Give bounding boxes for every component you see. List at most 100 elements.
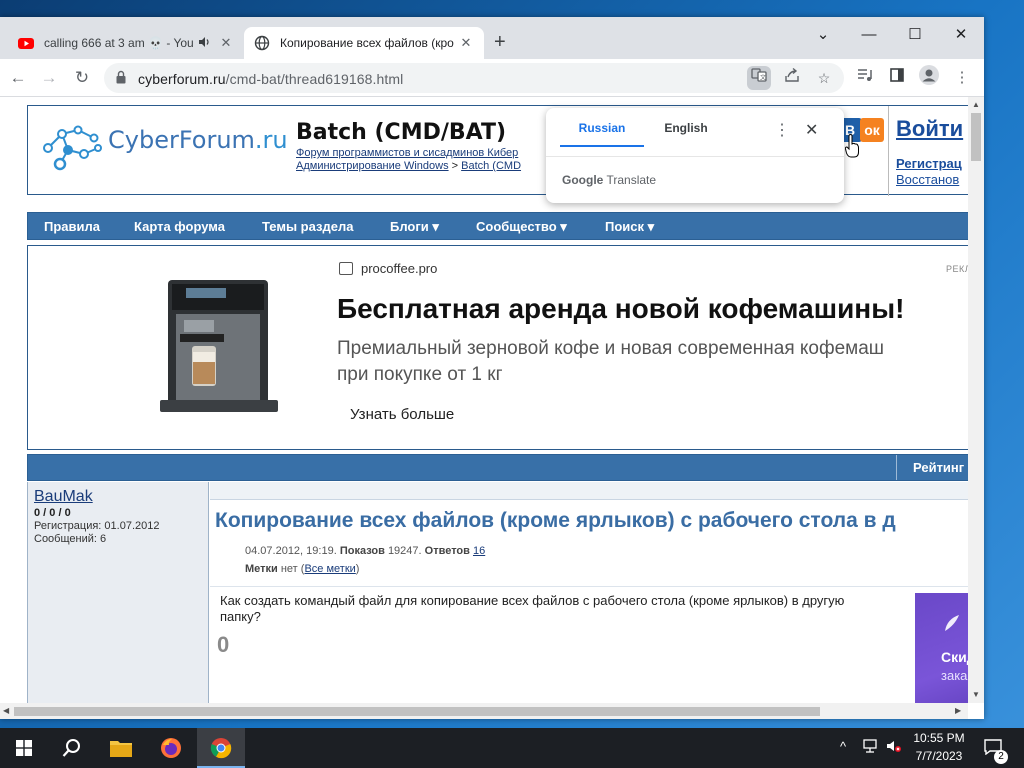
lock-icon[interactable] — [116, 70, 126, 84]
tab-title: calling 666 at 3 am 💀 - You — [44, 36, 194, 50]
thread-tags: Метки нет (Все метки) — [245, 563, 360, 575]
breadcrumb-forum-link[interactable]: Форум программистов и сисадминов Кибер — [296, 147, 518, 159]
section-title: Batch (CMD/BAT) — [296, 120, 507, 145]
translate-close-icon[interactable]: ✕ — [805, 120, 818, 140]
media-control-icon[interactable] — [852, 65, 878, 91]
register-link[interactable]: Регистрац — [896, 156, 962, 171]
back-icon[interactable]: ← — [5, 65, 31, 91]
scroll-down-icon[interactable]: ▼ — [972, 690, 980, 699]
forum-post: BauMak 0 / 0 / 0 Регистрация: 01.07.2012… — [27, 482, 968, 703]
reload-icon[interactable]: ↻ — [69, 65, 95, 91]
views-label: Показов — [339, 545, 385, 557]
breadcrumb-batch-link[interactable]: Batch (CMD — [461, 160, 521, 172]
ad-domain-icon — [339, 262, 353, 275]
chrome-icon — [210, 738, 232, 759]
advertisement-banner[interactable]: procoffee.pro РЕКЛ Бесплатная аренда нов… — [27, 245, 968, 450]
nav-section-topics[interactable]: Темы раздела — [262, 219, 353, 234]
tab-search-button[interactable]: ⌄ — [800, 21, 846, 49]
close-window-button[interactable]: ✕ — [938, 21, 984, 49]
folder-icon — [110, 741, 132, 757]
horizontal-scrollbar[interactable]: ◀ ▶ — [0, 703, 968, 719]
bookmark-star-icon[interactable]: ☆ — [812, 66, 836, 90]
thread-rating-button[interactable]: Рейтинг — [896, 455, 964, 480]
scroll-left-icon[interactable]: ◀ — [3, 706, 9, 715]
translate-icon[interactable]: 文 — [747, 66, 771, 90]
taskbar: ^ 10:55 PM 7/7/2023 2 — [0, 728, 1024, 768]
globe-icon — [254, 35, 270, 51]
replies-count-link[interactable]: 16 — [473, 545, 485, 557]
side-ad-subtext: зака — [941, 668, 968, 683]
volume-muted-icon[interactable] — [886, 739, 902, 756]
taskbar-file-explorer[interactable] — [97, 728, 145, 768]
nav-forum-map[interactable]: Карта форума — [134, 219, 225, 234]
scroll-right-icon[interactable]: ▶ — [955, 706, 961, 715]
author-username[interactable]: BauMak — [34, 488, 93, 506]
translate-tab-english[interactable]: English — [644, 121, 728, 147]
tab-youtube[interactable]: calling 666 at 3 am 💀 - You ✕ — [8, 27, 244, 59]
google-translate-brand: Google Translate — [562, 173, 657, 187]
nav-rules[interactable]: Правила — [44, 219, 100, 234]
post-vote-count[interactable]: 0 — [217, 632, 229, 658]
login-link[interactable]: Войти — [896, 116, 963, 142]
new-tab-button[interactable]: + — [494, 31, 506, 54]
vertical-scroll-thumb[interactable] — [971, 113, 981, 161]
taskbar-chrome[interactable] — [197, 728, 245, 768]
tab-cyberforum[interactable]: Копирование всех файлов (кро ✕ — [244, 27, 484, 59]
clock-time[interactable]: 10:55 PM — [912, 731, 966, 745]
ad-learn-more-button[interactable]: Узнать больше — [350, 406, 454, 423]
close-tab-icon[interactable]: ✕ — [218, 35, 234, 51]
profile-avatar-icon[interactable] — [916, 65, 942, 91]
search-button[interactable] — [48, 728, 96, 768]
maximize-button[interactable]: ☐ — [892, 21, 938, 49]
restore-password-link[interactable]: Восстанов — [896, 172, 959, 187]
coffee-machine-image — [160, 280, 278, 412]
all-tags-link[interactable]: Все метки — [304, 563, 355, 575]
tags-label: Метки — [245, 563, 278, 575]
url-text[interactable]: cyberforum.ru/cmd-bat/thread619168.html — [138, 71, 403, 87]
post-author-panel: BauMak 0 / 0 / 0 Регистрация: 01.07.2012… — [28, 482, 209, 703]
clock-date[interactable]: 7/7/2023 — [912, 749, 966, 763]
ok-login-icon[interactable]: ок — [860, 118, 884, 142]
nav-search[interactable]: Поиск ▾ — [605, 219, 654, 235]
browser-menu-icon[interactable]: ⋮ — [949, 65, 975, 91]
windows-logo-icon — [16, 740, 32, 756]
side-ad-text: Скид — [941, 649, 968, 665]
close-tab-icon[interactable]: ✕ — [458, 35, 474, 51]
minimize-button[interactable]: — — [846, 21, 892, 49]
vertical-scrollbar[interactable]: ▲ ▼ — [968, 97, 984, 703]
thread-title: Копирование всех файлов (кроме ярлыков) … — [215, 509, 896, 532]
side-panel-icon[interactable] — [884, 65, 910, 91]
ad-headline[interactable]: Бесплатная аренда новой кофемашины! — [337, 293, 904, 325]
post-header-strip — [210, 482, 968, 500]
forward-icon[interactable]: → — [36, 65, 62, 91]
nav-blogs[interactable]: Блоги ▾ — [390, 219, 439, 235]
tray-overflow-icon[interactable]: ^ — [840, 739, 846, 754]
taskbar-firefox[interactable] — [146, 728, 194, 768]
address-bar[interactable]: cyberforum.ru/cmd-bat/thread619168.html … — [104, 63, 844, 93]
side-advertisement[interactable]: Скид зака — [915, 593, 968, 703]
desktop-background: calling 666 at 3 am 💀 - You ✕ Копировани… — [0, 0, 1024, 768]
tab-title: Копирование всех файлов (кро — [280, 36, 454, 50]
breadcrumb-windows-link[interactable]: Администрирование Windows — [296, 160, 449, 172]
tab-strip: calling 666 at 3 am 💀 - You ✕ Копировани… — [0, 17, 984, 59]
start-button[interactable] — [0, 728, 48, 768]
ad-label: РЕКЛ — [946, 264, 968, 274]
nav-community[interactable]: Сообщество ▾ — [476, 219, 567, 235]
share-icon[interactable] — [780, 66, 804, 90]
browser-toolbar: ← → ↻ cyberforum.ru/cmd-bat/thread619168… — [0, 59, 984, 97]
author-registration: Регистрация: 01.07.2012 — [34, 520, 160, 532]
ad-domain[interactable]: procoffee.pro — [361, 261, 437, 276]
site-logo-text[interactable]: CyberForum.ru — [108, 126, 288, 154]
translate-options-icon[interactable]: ⋮ — [774, 120, 790, 140]
author-score: 0 / 0 / 0 — [34, 507, 71, 519]
forum-nav-bar: Правила Карта форума Темы раздела Блоги … — [27, 212, 968, 240]
scroll-up-icon[interactable]: ▲ — [972, 100, 980, 109]
divider — [546, 156, 844, 157]
network-icon[interactable] — [862, 739, 878, 756]
translate-tab-russian[interactable]: Russian — [560, 121, 644, 147]
svg-text:文: 文 — [760, 74, 766, 82]
speaker-icon[interactable] — [198, 36, 212, 51]
ad-body: Премиальный зерновой кофе и новая соврем… — [337, 338, 885, 385]
divider — [210, 586, 968, 587]
horizontal-scroll-thumb[interactable] — [14, 707, 820, 716]
